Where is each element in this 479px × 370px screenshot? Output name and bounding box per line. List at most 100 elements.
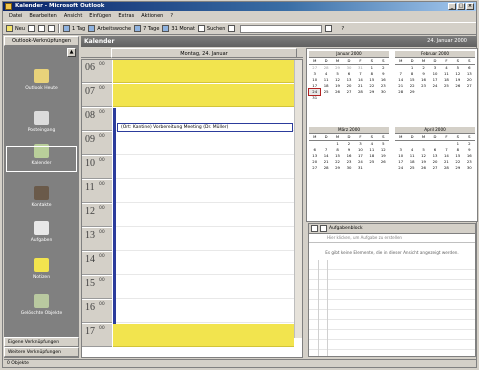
time-slot[interactable]: [113, 180, 294, 203]
shortcut-posteingang[interactable]: Posteingang: [4, 111, 79, 141]
mini-day[interactable]: 29: [452, 165, 463, 171]
weekday-label: M: [335, 58, 340, 63]
shortcut-notizen[interactable]: Notizen: [4, 258, 79, 288]
mini-day[interactable]: 24: [429, 83, 440, 89]
mini-day[interactable]: 29: [366, 89, 377, 95]
address-book-field[interactable]: [240, 24, 323, 33]
menu-help[interactable]: ?: [170, 12, 173, 21]
day-label[interactable]: Montag, 24. Januar: [111, 48, 297, 58]
mini-day[interactable]: 23: [418, 83, 429, 89]
weekday-label: M: [313, 58, 317, 63]
mini-month-title[interactable]: Januar 2000: [309, 51, 389, 58]
mini-day[interactable]: 30: [464, 165, 475, 171]
mini-day[interactable]: 26: [452, 83, 463, 89]
week-view-button[interactable]: 7 Tage: [134, 25, 159, 32]
mini-day[interactable]: 28: [320, 165, 331, 171]
mini-day[interactable]: 31: [355, 165, 366, 171]
close-button[interactable]: ×: [466, 3, 474, 10]
menu-aktionen[interactable]: Aktionen: [141, 12, 163, 21]
outlook-window: Kalender - Microsoft Outlook _ □ × Datei…: [2, 1, 478, 368]
print-icon[interactable]: [28, 25, 35, 32]
outlook-shortcuts-header[interactable]: Outlook-Verknüpfungen: [4, 36, 79, 46]
maximize-button[interactable]: □: [457, 3, 465, 10]
time-slot[interactable]: [113, 228, 294, 251]
time-slot[interactable]: [113, 276, 294, 299]
day-view-scrollbar[interactable]: [294, 60, 302, 338]
hour-number: 10: [85, 158, 95, 169]
mini-day[interactable]: 25: [441, 83, 452, 89]
mini-day[interactable]: 30: [343, 165, 354, 171]
time-slot[interactable]: [113, 156, 294, 179]
weekday-label: M: [421, 134, 426, 139]
hour-number: 15: [85, 278, 95, 289]
organize-button[interactable]: [228, 25, 236, 32]
week-icon: [134, 25, 142, 32]
minimize-button[interactable]: _: [448, 3, 456, 10]
mini-day[interactable]: 24: [395, 165, 406, 171]
shortcut-aufgaben[interactable]: Aufgaben: [4, 221, 79, 251]
mini-day[interactable]: 27: [429, 165, 440, 171]
shortcut-kontakte[interactable]: Kontakte: [4, 186, 79, 216]
hour-row[interactable]: 07 00: [82, 84, 302, 107]
time-slot[interactable]: [113, 84, 294, 107]
mini-day[interactable]: 25: [406, 165, 417, 171]
sidebar-scroll-up[interactable]: ▲: [67, 48, 76, 57]
menu-bearbeiten[interactable]: Bearbeiten: [29, 12, 56, 21]
mini-day[interactable]: 26: [332, 89, 343, 95]
delete-icon[interactable]: [48, 25, 55, 32]
find-button[interactable]: Suchen: [197, 25, 225, 32]
hour-row[interactable]: 06 00: [82, 60, 302, 83]
appointment[interactable]: (Ort: Kantine) Vorbereitung Meeting (Dr.…: [117, 123, 293, 132]
mini-day[interactable]: 30: [378, 89, 389, 95]
mini-day[interactable]: 25: [320, 89, 331, 95]
group-eigene-verknuepfungen[interactable]: Eigene Verknüpfungen: [4, 337, 79, 347]
time-slot[interactable]: [113, 324, 294, 347]
shortcut-outlook-heute[interactable]: Outlook Heute: [4, 69, 79, 99]
mini-day[interactable]: 27: [309, 165, 320, 171]
mini-day[interactable]: 27: [464, 83, 475, 89]
mini-day[interactable]: 29: [406, 89, 417, 95]
time-slot[interactable]: [113, 252, 294, 275]
new-task-input[interactable]: Hier klicken, um Aufgabe zu erstellen: [309, 234, 475, 243]
menu-extras[interactable]: Extras: [118, 12, 134, 21]
mini-day[interactable]: 28: [441, 165, 452, 171]
outlook-app-icon: [5, 3, 12, 10]
mini-day[interactable]: 27: [343, 89, 354, 95]
mini-month-title[interactable]: März 2000: [309, 127, 389, 134]
help-button[interactable]: ?: [341, 26, 344, 32]
mini-day[interactable]: 26: [378, 159, 389, 165]
hour-number: 13: [85, 230, 95, 241]
time-slot[interactable]: [113, 204, 294, 227]
mini-day[interactable]: 31: [309, 95, 320, 101]
menu-datei[interactable]: Datei: [9, 12, 22, 21]
hour-row[interactable]: 17 00: [82, 324, 302, 347]
weekday-label: S: [456, 134, 460, 139]
time-slot[interactable]: [113, 132, 294, 155]
hour-minutes: 00: [99, 134, 105, 139]
workweek-view-button[interactable]: Arbeitswoche: [88, 25, 131, 32]
time-slot[interactable]: [113, 300, 294, 323]
mini-day[interactable]: 25: [366, 159, 377, 165]
weekday-label: S: [468, 134, 471, 139]
day-view[interactable]: 06 00 07 00 08 00 09 00 10 00 11 00 12 00 13 00 14 00 15 00…: [81, 59, 303, 358]
mini-day[interactable]: 28: [395, 89, 406, 95]
mini-day[interactable]: 29: [332, 165, 343, 171]
address-book-icon[interactable]: [325, 25, 333, 32]
weekday-label: M: [399, 134, 403, 139]
month-view-button[interactable]: 31 Monat: [162, 25, 195, 32]
task-check-icon: [320, 225, 327, 232]
group-weitere-verknuepfungen[interactable]: Weitere Verknüpfungen: [4, 347, 79, 357]
time-slot[interactable]: [113, 60, 294, 83]
menu-ansicht[interactable]: Ansicht: [64, 12, 82, 21]
shortcut-geloeschte-objekte[interactable]: Gelöschte Objekte: [4, 294, 79, 324]
mini-day[interactable]: 26: [418, 165, 429, 171]
goto-today-button[interactable]: 1 Tag: [63, 25, 85, 32]
menu-einfuegen[interactable]: Einfügen: [89, 12, 111, 21]
mini-month-title[interactable]: April 2000: [395, 127, 475, 134]
new-button[interactable]: Neu: [6, 25, 25, 32]
shortcut-kalender[interactable]: Kalender: [4, 144, 79, 174]
calendar-icon: [34, 144, 49, 158]
mini-month-title[interactable]: Februar 2000: [395, 51, 475, 58]
move-to-folder-icon[interactable]: [38, 25, 45, 32]
mini-day[interactable]: 28: [355, 89, 366, 95]
